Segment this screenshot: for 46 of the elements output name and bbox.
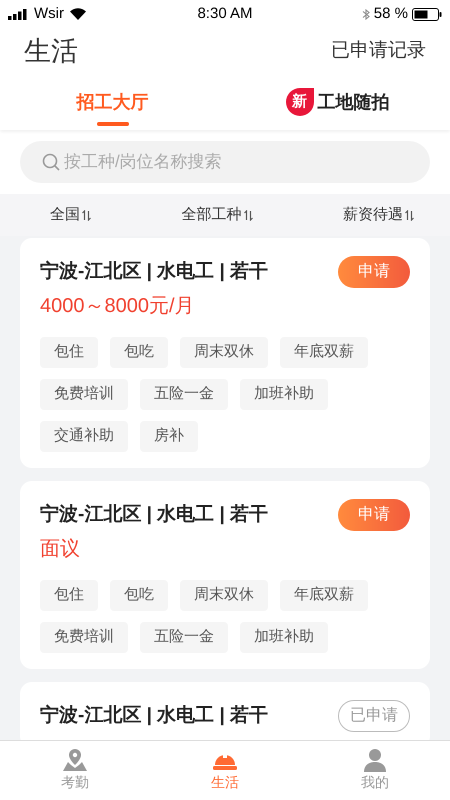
search-icon — [42, 153, 60, 171]
job-title: 宁波-江北区 | 水电工 | 若干 — [40, 260, 268, 284]
carrier-name: Wsir — [34, 4, 64, 24]
person-icon — [362, 748, 388, 772]
benefit-tag: 加班补助 — [240, 379, 328, 410]
filter-dropdown[interactable]: 薪资待遇 — [343, 204, 414, 226]
benefit-tag: 周末双休 — [180, 580, 268, 611]
signal-icon — [8, 8, 28, 20]
benefit-tag: 免费培训 — [40, 622, 128, 653]
benefit-tag: 年底双薪 — [280, 580, 368, 611]
job-title: 宁波-江北区 | 水电工 | 若干 — [40, 502, 268, 527]
salary-text: 面议 — [40, 537, 81, 562]
page-title: 生活 — [24, 34, 78, 68]
new-badge: 新 — [286, 88, 314, 116]
map-pin-icon — [62, 748, 88, 772]
benefit-tag: 五险一金 — [140, 379, 228, 410]
sort-icon — [405, 210, 414, 220]
benefit-tag: 房补 — [140, 421, 198, 452]
job-card[interactable]: 宁波-江北区 | 水电工 | 若干 申请 4000～8000元/月 包住 包吃 周末双休 年底双薪 免费培训 五险一金 加班补助 交通补助 房补 — [20, 238, 430, 468]
job-title: 宁波-江北区 | 水电工 | 若干 — [40, 704, 268, 728]
filter-dropdown[interactable]: 全国 — [50, 204, 91, 226]
records-link[interactable]: 已申请记录 — [331, 36, 426, 66]
wifi-icon — [70, 8, 86, 20]
job-card[interactable]: 宁波-江北区 | 水电工 | 若干 申请 面议 包住 包吃 周末双休 年底双薪 免费培训 五险一金 加班补助 — [20, 481, 430, 669]
benefit-tag: 加班补助 — [240, 622, 328, 653]
sort-icon — [82, 210, 91, 220]
tab[interactable]: 新 工地随拍 — [286, 82, 390, 122]
benefit-tag: 五险一金 — [140, 622, 228, 653]
search-field[interactable]: 按工种/岗位名称搜索 — [20, 141, 430, 183]
sort-icon — [244, 210, 252, 220]
status-time: 8:30 AM — [197, 4, 253, 24]
benefit-tag: 包吃 — [110, 337, 168, 368]
benefit-tag: 周末双休 — [180, 337, 268, 368]
filter-dropdown[interactable]: 全部工种 — [182, 204, 252, 226]
tab-indicator — [96, 122, 128, 126]
benefit-tag: 包住 — [40, 337, 98, 368]
benefit-tag: 年底双薪 — [280, 337, 368, 368]
bluetooth-icon — [362, 8, 370, 20]
benefit-tag: 包住 — [40, 580, 98, 611]
benefit-tag: 免费培训 — [40, 379, 128, 410]
battery-icon — [412, 8, 442, 20]
job-card[interactable]: 宁波-江北区 | 水电工 | 若干 已申请 — [20, 682, 430, 740]
battery-percent: 58 % — [374, 4, 408, 24]
benefit-tag: 包吃 — [110, 580, 168, 611]
salary-text: 4000～8000元/月 — [40, 294, 196, 319]
benefit-tag: 交通补助 — [40, 421, 128, 452]
